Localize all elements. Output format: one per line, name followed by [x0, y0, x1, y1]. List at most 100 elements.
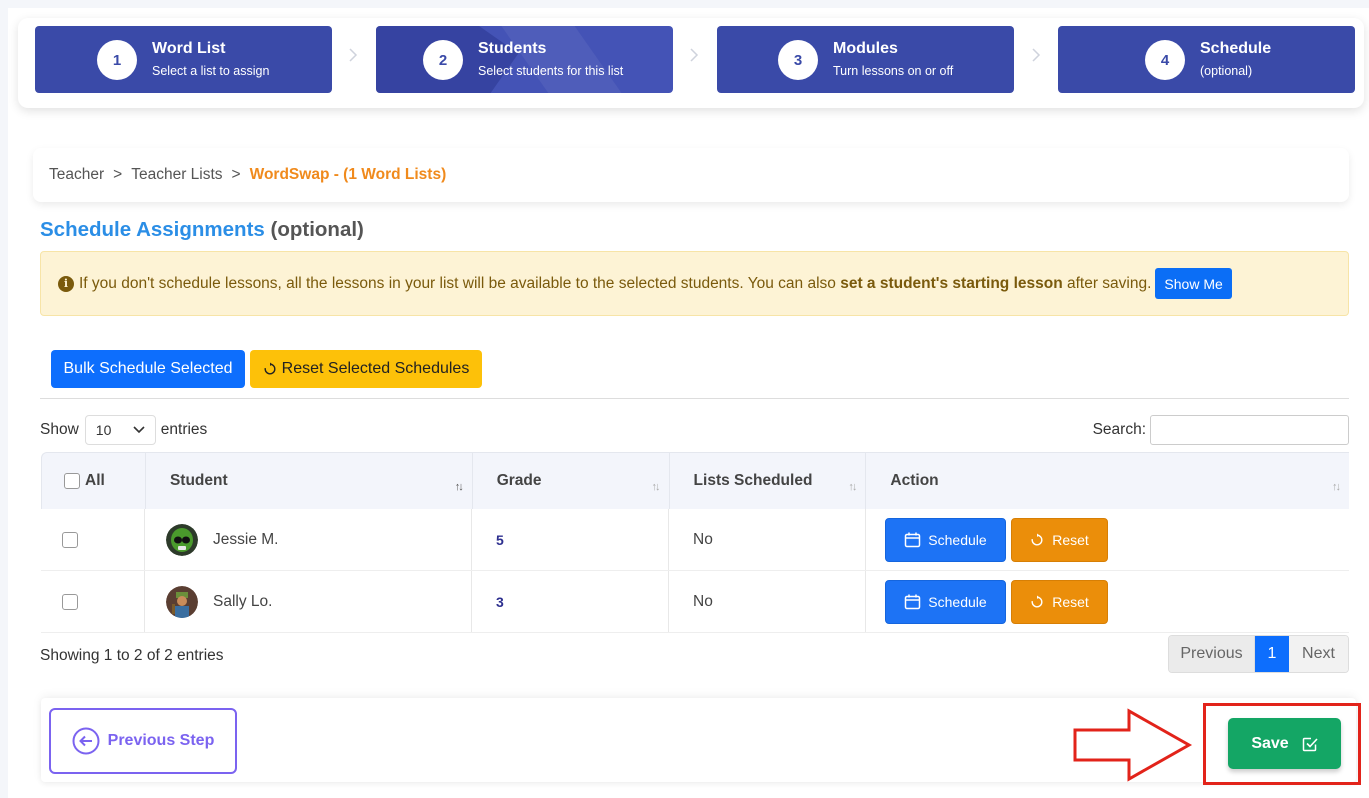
schedule-button[interactable]: Schedule — [885, 517, 1006, 562]
pagination-next[interactable]: Next — [1289, 636, 1348, 672]
step-subtitle: (optional) — [1200, 64, 1253, 78]
header-lists-scheduled[interactable]: Lists Scheduled ↑↓ — [670, 453, 867, 509]
alert-text-before: If you don't schedule lessons, all the l… — [79, 274, 836, 292]
action-cell: Schedule Reset — [866, 571, 1349, 632]
breadcrumb-separator: > — [113, 166, 123, 183]
grade-cell: 5 — [472, 509, 669, 570]
chevron-down-icon — [133, 426, 145, 434]
save-label: Save — [1251, 734, 1289, 752]
grade-value: 3 — [496, 593, 504, 610]
student-name: Jessie M. — [213, 530, 279, 548]
arrow-left-circle-icon — [72, 727, 100, 755]
lists-scheduled-cell: No — [669, 509, 866, 570]
step-title: Modules — [833, 40, 898, 57]
row-checkbox[interactable] — [62, 593, 78, 610]
reset-button[interactable]: Reset — [1011, 517, 1108, 562]
check-square-icon — [1302, 737, 1318, 751]
step-schedule[interactable]: 4 Schedule (optional) — [1058, 26, 1355, 93]
row-select-cell — [41, 509, 145, 570]
save-button[interactable]: Save — [1228, 718, 1341, 769]
table-search: Search: — [1093, 415, 1349, 445]
bulk-schedule-button[interactable]: Bulk Schedule Selected — [51, 350, 245, 388]
step-subtitle: Turn lessons on or off — [833, 64, 954, 78]
step-number: 3 — [778, 40, 818, 80]
breadcrumb: Teacher > Teacher Lists > WordSwap - (1 … — [33, 148, 1349, 202]
avatar — [166, 585, 198, 618]
search-input[interactable] — [1150, 415, 1349, 445]
page-title-main: Schedule Assignments — [40, 218, 265, 241]
header-grade-label: Grade — [496, 472, 542, 489]
reset-label: Reset — [1052, 531, 1089, 548]
avatar — [166, 523, 198, 556]
divider — [40, 398, 1349, 399]
student-cell: Jessie M. — [145, 509, 472, 570]
table-row: Sally Lo. 3 No Schedule Reset — [41, 571, 1349, 633]
lists-scheduled-value: No — [693, 592, 713, 610]
sort-icon: ↑↓ — [848, 481, 857, 493]
header-select-all: All — [42, 453, 146, 509]
schedule-button[interactable]: Schedule — [885, 579, 1006, 624]
calendar-icon — [905, 532, 921, 547]
row-select-cell — [41, 571, 145, 632]
pagination: Previous 1 Next — [1168, 635, 1349, 673]
search-label: Search: — [1092, 421, 1146, 438]
header-all-label: All — [85, 472, 105, 489]
step-title: Schedule — [1200, 40, 1272, 57]
reset-icon — [1031, 532, 1043, 545]
alert-text: If you don't schedule lessons, all the l… — [79, 275, 1151, 293]
page-title: Schedule Assignments (optional) — [40, 218, 364, 242]
header-student-label: Student — [169, 472, 228, 489]
step-number: 2 — [423, 40, 463, 80]
row-checkbox[interactable] — [62, 531, 78, 548]
step-subtitle: Select a list to assign — [152, 64, 270, 78]
page-title-suffix: (optional) — [270, 218, 364, 241]
students-table: All Student ↑↓ Grade ↑↓ Lists Scheduled … — [41, 452, 1349, 633]
select-all-checkbox[interactable] — [64, 473, 80, 489]
header-action-label: Action — [890, 472, 939, 489]
entries-select[interactable]: 10 — [84, 415, 156, 445]
header-student[interactable]: Student ↑↓ — [146, 453, 473, 509]
chevron-right-icon — [1032, 48, 1041, 62]
alert-text-after: after saving. — [1066, 274, 1152, 292]
schedule-label: Schedule — [928, 593, 987, 610]
breadcrumb-teacher[interactable]: Teacher — [49, 166, 104, 184]
table-header: All Student ↑↓ Grade ↑↓ Lists Scheduled … — [41, 452, 1349, 509]
step-title: Students — [478, 40, 547, 57]
action-cell: Schedule Reset — [866, 509, 1349, 570]
schedule-label: Schedule — [928, 531, 987, 548]
reset-selected-label: Reset Selected Schedules — [281, 360, 470, 377]
reset-selected-schedules-button[interactable]: Reset Selected Schedules — [250, 350, 482, 388]
step-students[interactable]: 2 Students Select students for this list — [376, 26, 673, 93]
step-subtitle: Select students for this list — [478, 64, 624, 78]
step-number: 1 — [97, 40, 137, 80]
show-entries-control: Show 10 entries — [40, 415, 207, 445]
student-cell: Sally Lo. — [145, 571, 472, 632]
entries-label: entries — [160, 421, 208, 438]
reset-icon — [1031, 594, 1043, 607]
chevron-right-icon — [690, 48, 699, 62]
calendar-icon — [905, 594, 921, 609]
table-info: Showing 1 to 2 of 2 entries — [40, 647, 224, 664]
sort-icon: ↑↓ — [651, 481, 661, 493]
reset-button[interactable]: Reset — [1011, 579, 1108, 624]
sort-icon: ↑↓ — [454, 481, 464, 493]
pagination-page[interactable]: 1 — [1255, 636, 1289, 672]
info-icon: i — [58, 275, 74, 292]
avatar-image — [166, 585, 198, 618]
header-grade[interactable]: Grade ↑↓ — [473, 453, 670, 509]
student-name: Sally Lo. — [213, 592, 273, 610]
lists-scheduled-value: No — [693, 530, 713, 548]
show-label: Show — [40, 421, 79, 438]
pagination-previous[interactable]: Previous — [1169, 636, 1255, 672]
annotation-arrow-icon — [1073, 708, 1193, 782]
step-word-list[interactable]: 1 Word List Select a list to assign — [35, 26, 332, 93]
show-me-button[interactable]: Show Me — [1155, 268, 1232, 299]
breadcrumb-teacher-lists[interactable]: Teacher Lists — [131, 166, 222, 184]
breadcrumb-current: WordSwap - (1 Word Lists) — [249, 166, 447, 183]
previous-step-button[interactable]: Previous Step — [49, 708, 237, 774]
wizard-stepper: 1 Word List Select a list to assign 2 St… — [18, 18, 1364, 108]
header-action[interactable]: Action ↑↓ — [866, 453, 1349, 509]
step-modules[interactable]: 3 Modules Turn lessons on or off — [717, 26, 1014, 93]
header-lists-scheduled-label: Lists Scheduled — [693, 472, 813, 489]
entries-value: 10 — [95, 422, 112, 438]
